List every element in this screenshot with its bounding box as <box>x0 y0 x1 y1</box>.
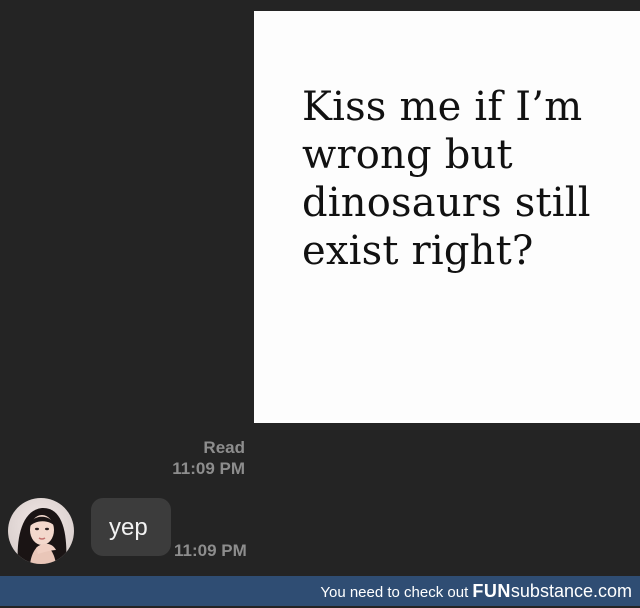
chat-thread: Kiss me if I’m wrong but dinosaurs still… <box>0 0 640 576</box>
image-text-line: wrong but <box>302 132 513 178</box>
reply-bubble[interactable]: yep <box>91 498 171 556</box>
image-text-line: Kiss me if I’m <box>302 84 583 130</box>
watermark-brand-bold: FUN <box>472 581 511 601</box>
reply-text: yep <box>109 514 148 541</box>
reply-time: 11:09 PM <box>174 541 247 560</box>
image-text-line: dinosaurs still <box>302 180 591 226</box>
read-receipt-time: 11:09 PM <box>172 459 245 478</box>
image-text-line: exist right? <box>302 228 534 274</box>
watermark-brand-rest: substance <box>510 581 593 601</box>
image-message[interactable]: Kiss me if I’m wrong but dinosaurs still… <box>254 11 640 423</box>
read-receipt-label: Read <box>203 438 245 457</box>
watermark-banner: You need to check out FUNsubstance.com <box>0 576 640 606</box>
watermark-brand-tld: .com <box>592 581 632 601</box>
image-message-text: Kiss me if I’m wrong but dinosaurs still… <box>302 83 632 275</box>
avatar[interactable] <box>8 498 74 564</box>
watermark-prefix: You need to check out <box>320 584 473 601</box>
avatar-photo <box>8 498 74 564</box>
